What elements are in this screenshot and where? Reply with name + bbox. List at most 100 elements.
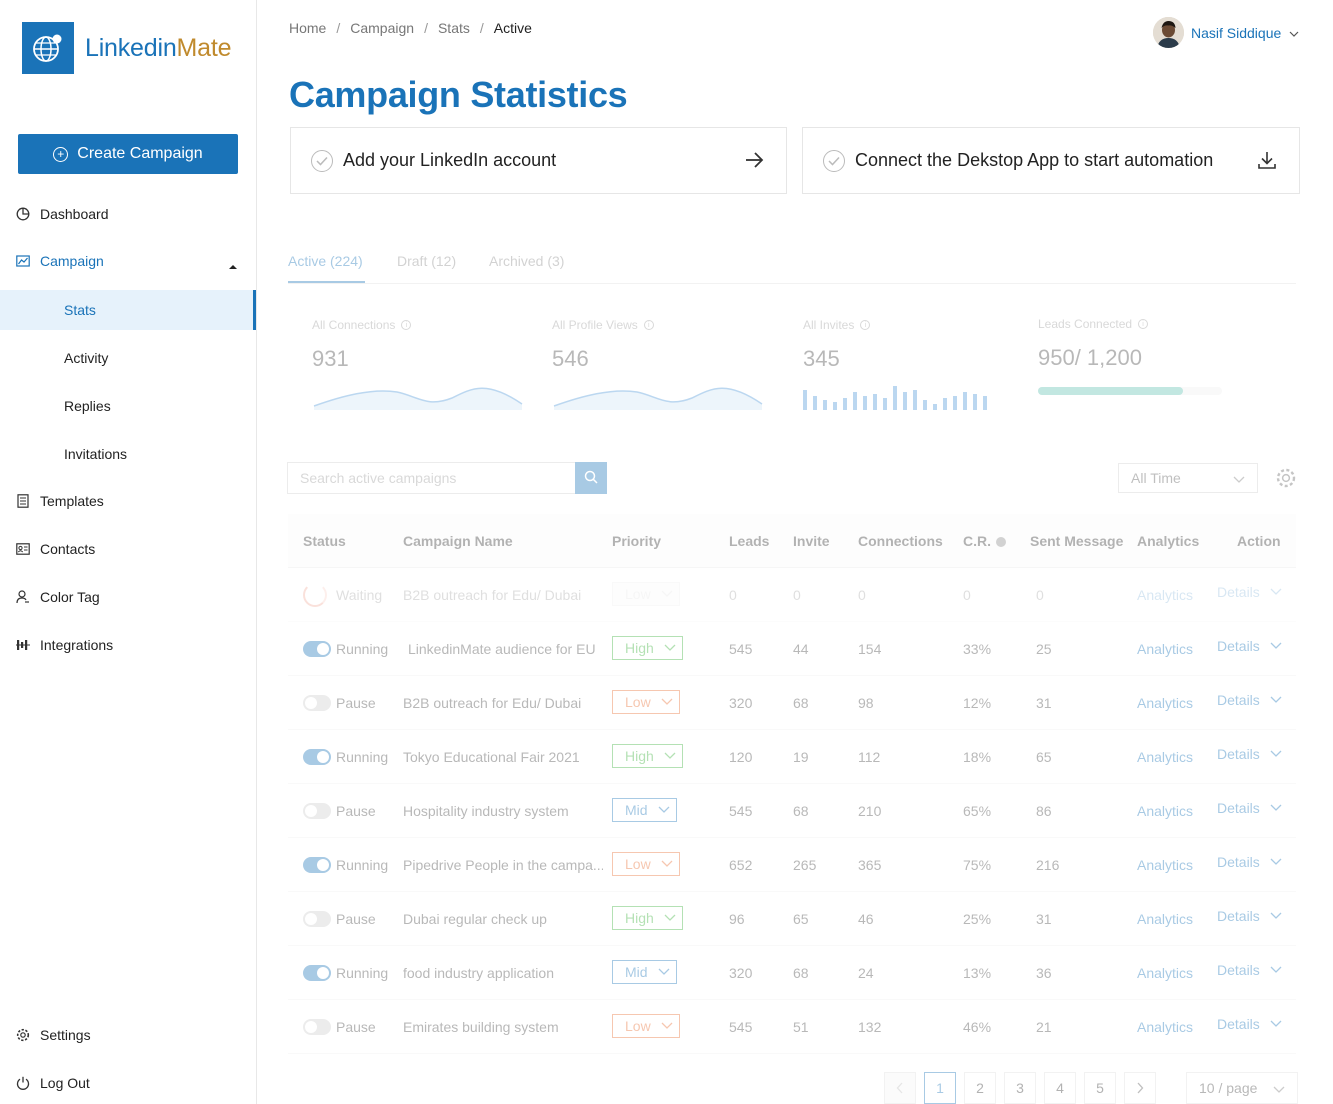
sidebar-item-dashboard[interactable]: Dashboard xyxy=(0,194,256,234)
sidebar-item-campaign[interactable]: Campaign xyxy=(0,241,256,281)
analytics-link[interactable]: Analytics xyxy=(1137,695,1193,711)
campaign-name[interactable]: B2B outreach for Edu/ Dubai xyxy=(403,695,581,711)
breadcrumb-stats[interactable]: Stats xyxy=(438,20,470,36)
chevron-down-icon xyxy=(1270,750,1282,758)
col-priority: Priority xyxy=(612,533,662,549)
page-button[interactable]: 4 xyxy=(1044,1072,1076,1104)
sent-message-cell: 21 xyxy=(1036,1019,1052,1035)
status-toggle[interactable] xyxy=(303,857,331,873)
status-label: Running xyxy=(336,749,389,765)
status-toggle[interactable] xyxy=(303,965,331,981)
create-campaign-button[interactable]: + Create Campaign xyxy=(18,134,238,174)
prev-page-button[interactable] xyxy=(884,1072,916,1104)
details-link[interactable]: Details xyxy=(1217,692,1282,708)
priority-select[interactable]: High xyxy=(612,636,683,660)
details-link[interactable]: Details xyxy=(1217,908,1282,924)
tab-active[interactable]: Active (224) xyxy=(288,253,363,269)
sidebar-item-contacts[interactable]: Contacts xyxy=(0,529,256,569)
priority-select[interactable]: Low xyxy=(612,1014,680,1038)
page-button[interactable]: 2 xyxy=(964,1072,996,1104)
page-button[interactable]: 1 xyxy=(924,1072,956,1104)
analytics-link[interactable]: Analytics xyxy=(1137,803,1193,819)
analytics-link[interactable]: Analytics xyxy=(1137,857,1193,873)
tab-archived[interactable]: Archived (3) xyxy=(489,253,564,269)
status-toggle[interactable] xyxy=(303,911,331,927)
analytics-link[interactable]: Analytics xyxy=(1137,965,1193,981)
cr-cell: 75% xyxy=(963,857,992,873)
next-page-button[interactable] xyxy=(1124,1072,1156,1104)
download-icon[interactable] xyxy=(1257,150,1277,175)
campaign-name[interactable]: B2B outreach for Edu/ Dubai xyxy=(403,587,581,603)
chevron-down-icon xyxy=(1270,858,1282,866)
details-link[interactable]: Details xyxy=(1217,1016,1282,1032)
table-header: Status Campaign Name Priority Leads Invi… xyxy=(288,514,1296,568)
priority-select[interactable]: Low xyxy=(612,582,680,606)
campaign-name[interactable]: Dubai regular check up xyxy=(403,911,547,927)
details-link[interactable]: Details xyxy=(1217,800,1282,816)
status-toggle[interactable] xyxy=(303,749,331,765)
page-button[interactable]: 5 xyxy=(1084,1072,1116,1104)
priority-select[interactable]: Mid xyxy=(612,960,677,984)
table-row: Running Pipedrive People in the campa... L… xyxy=(288,838,1296,892)
sidebar-item-activity[interactable]: Activity xyxy=(0,338,256,378)
status-toggle[interactable] xyxy=(303,1019,331,1035)
details-link[interactable]: Details xyxy=(1217,584,1282,600)
campaign-name[interactable]: food industry application xyxy=(403,965,554,981)
leads-cell: 320 xyxy=(729,965,753,981)
details-link[interactable]: Details xyxy=(1217,854,1282,870)
leads-cell: 652 xyxy=(729,857,753,873)
details-link[interactable]: Details xyxy=(1217,746,1282,762)
status-toggle[interactable] xyxy=(303,695,331,711)
arrow-right-icon[interactable] xyxy=(744,150,764,175)
col-cr: C.R. xyxy=(963,533,1006,549)
campaign-name[interactable]: Emirates building system xyxy=(403,1019,559,1035)
invite-cell: 68 xyxy=(793,965,809,981)
campaign-name[interactable]: Hospitality industry system xyxy=(403,803,569,819)
priority-select[interactable]: Mid xyxy=(612,798,677,822)
sent-message-cell: 31 xyxy=(1036,911,1052,927)
connect-desktop-card[interactable]: Connect the Dekstop App to start automat… xyxy=(802,127,1300,194)
brand-logo[interactable]: LinkedinMate xyxy=(22,22,232,74)
sidebar-item-color-tag[interactable]: Color Tag xyxy=(0,577,256,617)
cr-cell: 25% xyxy=(963,911,992,927)
priority-select[interactable]: High xyxy=(612,906,683,930)
connections-cell: 46 xyxy=(858,911,874,927)
add-linkedin-card[interactable]: Add your LinkedIn account xyxy=(290,127,787,194)
analytics-link[interactable]: Analytics xyxy=(1137,911,1193,927)
sidebar-item-integrations[interactable]: Integrations xyxy=(0,625,256,665)
user-menu[interactable]: Nasif Siddique xyxy=(1153,17,1299,48)
analytics-link[interactable]: Analytics xyxy=(1137,749,1193,765)
details-link[interactable]: Details xyxy=(1217,638,1282,654)
analytics-link[interactable]: Analytics xyxy=(1137,641,1193,657)
sent-message-cell: 86 xyxy=(1036,803,1052,819)
status-toggle[interactable] xyxy=(303,803,331,819)
analytics-link[interactable]: Analytics xyxy=(1137,587,1193,603)
search-icon xyxy=(584,470,598,487)
sidebar-item-invitations[interactable]: Invitations xyxy=(0,434,256,474)
chevron-down-icon xyxy=(1273,1081,1285,1097)
campaign-name[interactable]: Pipedrive People in the campa... xyxy=(403,857,603,873)
breadcrumb-campaign[interactable]: Campaign xyxy=(350,20,414,36)
sidebar-item-templates[interactable]: Templates xyxy=(0,481,256,521)
campaign-name[interactable]: LinkedinMate audience for EU xyxy=(408,641,596,657)
priority-select[interactable]: Low xyxy=(612,690,680,714)
analytics-link[interactable]: Analytics xyxy=(1137,1019,1193,1035)
tab-draft[interactable]: Draft (12) xyxy=(397,253,456,269)
connections-cell: 0 xyxy=(858,587,866,603)
per-page-select[interactable]: 10 / page xyxy=(1186,1072,1298,1104)
priority-select[interactable]: High xyxy=(612,744,683,768)
sidebar-item-replies[interactable]: Replies xyxy=(0,386,256,426)
details-link[interactable]: Details xyxy=(1217,962,1282,978)
priority-select[interactable]: Low xyxy=(612,852,680,876)
table-settings-gear-icon[interactable] xyxy=(1275,467,1297,494)
search-button[interactable] xyxy=(575,462,607,494)
time-filter-select[interactable]: All Time xyxy=(1118,463,1258,493)
page-button[interactable]: 3 xyxy=(1004,1072,1036,1104)
sidebar-item-stats[interactable]: Stats xyxy=(0,290,256,330)
sidebar-item-settings[interactable]: Settings xyxy=(0,1015,256,1055)
breadcrumb-home[interactable]: Home xyxy=(289,20,326,36)
sidebar-item-logout[interactable]: Log Out xyxy=(0,1063,256,1103)
status-toggle[interactable] xyxy=(303,641,331,657)
search-input[interactable] xyxy=(288,463,575,493)
campaign-name[interactable]: Tokyo Educational Fair 2021 xyxy=(403,749,580,765)
